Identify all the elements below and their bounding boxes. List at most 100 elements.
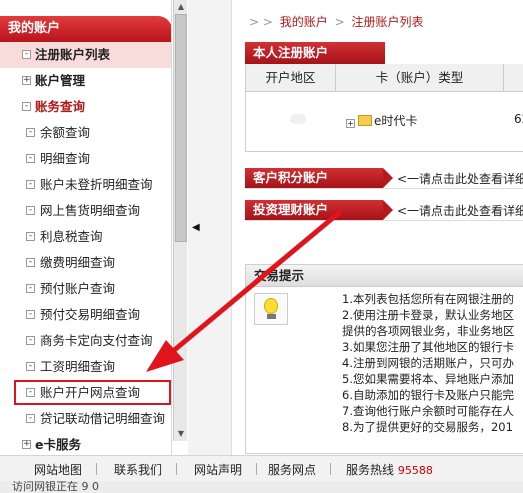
sidebar-item[interactable]: - 账户未登折明细查询 <box>0 172 171 198</box>
collapse-icon[interactable]: - <box>26 128 35 137</box>
footer-separator <box>176 463 177 475</box>
status-bar: 访问网银正在 9 0 <box>0 481 523 493</box>
collapse-icon[interactable]: - <box>26 310 35 319</box>
frame-splitter[interactable]: ◀ <box>188 0 232 455</box>
tip-item: 提供的各项网银业务，非业务地区 <box>342 324 515 338</box>
footer-hotline: 服务热线 95588 <box>346 461 433 478</box>
breadcrumb-separator: > > <box>249 15 273 29</box>
sidebar-item[interactable]: - 预付账户查询 <box>0 276 171 302</box>
tip-item: 2.使用注册卡登录，默认业务地区 <box>342 308 514 322</box>
footer-separator <box>330 463 331 475</box>
expand-icon[interactable]: + <box>346 119 355 128</box>
table-header-row: 开户地区 卡（账户）类型 <box>246 64 523 92</box>
status-text: 访问网银正在 9 0 <box>12 481 99 493</box>
sidebar-item-label: 利息税查询 <box>40 229 103 244</box>
collapse-arrow-icon[interactable]: ◀ <box>192 222 200 233</box>
footer-sitemap-link[interactable]: 网站地图 <box>34 461 82 478</box>
footer: 网站地图 联系我们 网站声明 服务网点 服务热线 95588 <box>0 455 523 481</box>
folder-icon <box>358 115 372 126</box>
sidebar-item[interactable]: - 贷记联动借记明细查询 <box>0 406 171 432</box>
card-number-cell: 621 <box>514 112 523 126</box>
divider <box>245 220 523 221</box>
lightbulb-icon <box>254 293 288 325</box>
sidebar-item[interactable]: - 余额查询 <box>0 120 171 146</box>
collapse-icon[interactable]: - <box>26 232 35 241</box>
scroll-down-icon[interactable]: ▼ <box>174 427 188 441</box>
region-cell-redacted <box>290 114 306 124</box>
card-type-label[interactable]: e时代卡 <box>374 114 417 128</box>
sidebar-item[interactable]: - 网上售货明细查询 <box>0 198 171 224</box>
scroll-thumb[interactable] <box>175 14 187 242</box>
collapse-icon[interactable]: - <box>26 284 35 293</box>
breadcrumb-my-account[interactable]: 我的账户 <box>280 15 328 29</box>
column-header-card-type: 卡（账户）类型 <box>336 64 504 92</box>
bulb-base <box>267 314 276 319</box>
breadcrumb-separator: > <box>334 15 345 29</box>
sidebar-item-label: 账户未登折明细查询 <box>40 177 153 192</box>
divider <box>245 188 523 189</box>
sidebar-item-label: 工资明细查询 <box>40 359 116 374</box>
tip-item: 4.注册到网银的活期账户，只可办 <box>342 356 514 370</box>
sidebar-item[interactable]: - 注册账户列表 <box>0 42 171 68</box>
scroll-up-icon[interactable]: ▲ <box>174 0 188 14</box>
expand-icon[interactable]: + <box>22 76 31 85</box>
sidebar-title: 我的账户 <box>0 16 171 42</box>
sidebar-item-label: 预付交易明细查询 <box>40 307 141 322</box>
breadcrumb: > > 我的账户 > 注册账户列表 <box>249 13 424 30</box>
sidebar-item[interactable]: + 账户管理 <box>0 68 171 94</box>
transaction-tips-panel: 交易提示 1.本列表包括您所有在网银注册的 2.使用注册卡登录，默认业务地区 提供的… <box>245 264 523 454</box>
footer-contact-link[interactable]: 联系我们 <box>114 461 162 478</box>
highlight-box <box>14 380 171 405</box>
collapse-icon[interactable]: - <box>26 206 35 215</box>
registered-accounts-heading: 本人注册账户 <box>245 42 385 64</box>
collapse-icon[interactable]: - <box>26 258 35 267</box>
transaction-tips-heading: 交易提示 <box>246 265 523 287</box>
sidebar-item-label: 预付账户查询 <box>40 281 116 296</box>
sidebar-item[interactable]: - 商务卡定向支付查询 <box>0 328 171 354</box>
tip-item: 7.查询他行账户余额时可能存在人 <box>342 404 514 418</box>
footer-hotline-number: 95588 <box>397 464 433 477</box>
sidebar-item[interactable]: - 利息税查询 <box>0 224 171 250</box>
column-header-region: 开户地区 <box>246 64 336 92</box>
sidebar-item-label: 明细查询 <box>40 151 91 166</box>
footer-statement-link[interactable]: 网站声明 <box>194 461 242 478</box>
collapse-icon[interactable]: - <box>26 180 35 189</box>
finance-account-link[interactable]: <一请点击此处查看详细 <box>397 202 523 219</box>
sidebar-scrollbar[interactable]: ▲ ▼ <box>173 0 187 441</box>
sidebar-item-label: 贷记联动借记明细查询 <box>40 411 166 426</box>
tips-list: 1.本列表包括您所有在网银注册的 2.使用注册卡登录，默认业务地区 提供的各项网银业… <box>342 291 523 435</box>
collapse-icon[interactable]: - <box>22 102 31 111</box>
finance-account-heading[interactable]: 投资理财账户 <box>245 200 393 220</box>
collapse-icon[interactable]: - <box>26 336 35 345</box>
registered-accounts-table: 开户地区 卡（账户）类型 + e时代卡 621 <box>245 64 523 152</box>
sidebar-item[interactable]: + e卡服务 <box>0 432 171 455</box>
sidebar-item-label: 网上售货明细查询 <box>40 203 141 218</box>
points-account-heading[interactable]: 客户积分账户 <box>245 168 393 188</box>
points-account-link[interactable]: <一请点击此处查看详细 <box>397 170 523 187</box>
collapse-icon[interactable]: - <box>26 414 35 423</box>
bulb-glass <box>264 298 278 314</box>
footer-outlets-link[interactable]: 服务网点 <box>268 461 316 478</box>
sidebar-item-label: e卡服务 <box>35 437 81 452</box>
card-type-cell[interactable]: + e时代卡 <box>346 112 417 129</box>
sidebar-item-label: 注册账户列表 <box>35 47 111 62</box>
sidebar-item[interactable]: - 缴费明细查询 <box>0 250 171 276</box>
sidebar-item[interactable]: - 预付交易明细查询 <box>0 302 171 328</box>
sidebar-item[interactable]: - 工资明细查询 <box>0 354 171 380</box>
sidebar-item-label: 账务查询 <box>35 99 86 114</box>
collapse-icon[interactable]: - <box>26 154 35 163</box>
collapse-icon[interactable]: - <box>22 50 31 59</box>
tip-item: 8.为了提供更好的交易服务，201 <box>342 420 513 434</box>
sidebar-item-label: 账户管理 <box>35 73 86 88</box>
collapse-icon[interactable]: - <box>26 362 35 371</box>
tip-item: 3.如果您注册了其他地区的银行卡 <box>342 340 514 354</box>
breadcrumb-registered-list: 注册账户列表 <box>351 15 424 29</box>
sidebar-item-label: 商务卡定向支付查询 <box>40 333 153 348</box>
points-account-row: 客户积分账户 <一请点击此处查看详细 <box>245 168 523 189</box>
row-divider <box>246 151 523 152</box>
expand-icon[interactable]: + <box>22 440 31 449</box>
sidebar-item[interactable]: - 明细查询 <box>0 146 171 172</box>
footer-hotline-label: 服务热线 <box>346 463 395 477</box>
sidebar-item[interactable]: - 账务查询 <box>0 94 171 120</box>
sidebar: 我的账户 - 注册账户列表 + 账户管理 - 账务查询 - 余额查询 - 明细查询 - 账户未登折明细… <box>0 0 172 455</box>
